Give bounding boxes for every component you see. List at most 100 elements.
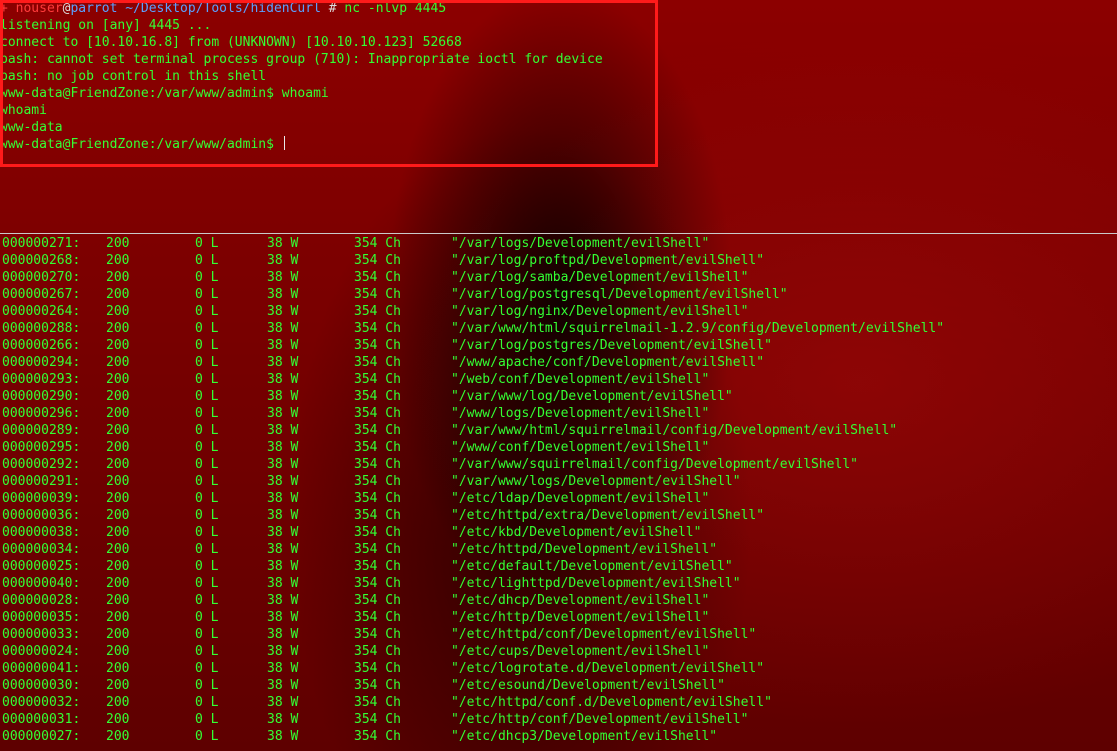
- line-count: 0 L: [195, 695, 219, 710]
- word-count: 38 W: [267, 712, 299, 727]
- word-count: 38 W: [267, 338, 299, 353]
- char-count: 354 Ch: [354, 355, 401, 370]
- word-count: 38 W: [267, 253, 299, 268]
- payload-path: "/www/apache/conf/Development/evilShell": [451, 355, 765, 370]
- line-count: 0 L: [195, 559, 219, 574]
- fuzz-result-row: 000000289: 200 0 L 38 W 354 Ch "/var/www/html…: [0, 422, 1117, 439]
- payload-path: "/etc/kbd/Development/evilShell": [451, 525, 702, 540]
- terminal-pane-bottom[interactable]: 000000271: 200 0 L 38 W 354 Ch "/var/logs/Dev…: [0, 235, 1117, 751]
- word-count: 38 W: [267, 576, 299, 591]
- char-count: 354 Ch: [354, 661, 401, 676]
- word-count: 38 W: [267, 389, 299, 404]
- line-count: 0 L: [195, 474, 219, 489]
- payload-path: "/etc/dhcp3/Development/evilShell": [451, 729, 718, 744]
- result-id: 000000294:: [2, 355, 81, 370]
- result-id: 000000033:: [2, 627, 81, 642]
- payload-path: "/var/log/samba/Development/evilShell": [451, 270, 749, 285]
- char-count: 354 Ch: [354, 525, 401, 540]
- result-id: 000000028:: [2, 593, 81, 608]
- word-count: 38 W: [267, 457, 299, 472]
- word-count: 38 W: [267, 236, 299, 251]
- result-id: 000000036:: [2, 508, 81, 523]
- result-id: 000000266:: [2, 338, 81, 353]
- status-code: 200: [106, 338, 130, 353]
- char-count: 354 Ch: [354, 593, 401, 608]
- line-count: 0 L: [195, 338, 219, 353]
- word-count: 38 W: [267, 610, 299, 625]
- fuzz-result-row: 000000033: 200 0 L 38 W 354 Ch "/etc/httpd/co…: [0, 626, 1117, 643]
- payload-path: "/etc/httpd/Development/evilShell": [451, 542, 718, 557]
- payload-path: "/etc/lighttpd/Development/evilShell": [451, 576, 741, 591]
- result-id: 000000025:: [2, 559, 81, 574]
- payload-path: "/etc/ldap/Development/evilShell": [451, 491, 710, 506]
- line-count: 0 L: [195, 389, 219, 404]
- char-count: 354 Ch: [354, 610, 401, 625]
- payload-path: "/www/conf/Development/evilShell": [451, 440, 710, 455]
- status-code: 200: [106, 593, 130, 608]
- payload-path: "/var/www/log/Development/evilShell": [451, 389, 733, 404]
- status-code: 200: [106, 559, 130, 574]
- word-count: 38 W: [267, 729, 299, 744]
- fuzz-result-row: 000000035: 200 0 L 38 W 354 Ch "/etc/http/Dev…: [0, 609, 1117, 626]
- char-count: 354 Ch: [354, 287, 401, 302]
- fuzz-result-row: 000000032: 200 0 L 38 W 354 Ch "/etc/httpd/co…: [0, 694, 1117, 711]
- word-count: 38 W: [267, 304, 299, 319]
- word-count: 38 W: [267, 287, 299, 302]
- line-count: 0 L: [195, 253, 219, 268]
- line-count: 0 L: [195, 712, 219, 727]
- status-code: 200: [106, 253, 130, 268]
- line-count: 0 L: [195, 423, 219, 438]
- word-count: 38 W: [267, 270, 299, 285]
- char-count: 354 Ch: [354, 712, 401, 727]
- char-count: 354 Ch: [354, 389, 401, 404]
- fuzz-result-row: 000000293: 200 0 L 38 W 354 Ch "/web/conf/Dev…: [0, 371, 1117, 388]
- status-code: 200: [106, 304, 130, 319]
- result-id: 000000024:: [2, 644, 81, 659]
- line-count: 0 L: [195, 491, 219, 506]
- result-id: 000000035:: [2, 610, 81, 625]
- line-count: 0 L: [195, 304, 219, 319]
- pane-divider[interactable]: [0, 233, 1117, 234]
- fuzz-result-row: 000000031: 200 0 L 38 W 354 Ch "/etc/http/con…: [0, 711, 1117, 728]
- result-id: 000000030:: [2, 678, 81, 693]
- line-count: 0 L: [195, 627, 219, 642]
- result-id: 000000288:: [2, 321, 81, 336]
- status-code: 200: [106, 610, 130, 625]
- result-id: 000000027:: [2, 729, 81, 744]
- fuzz-result-row: 000000025: 200 0 L 38 W 354 Ch "/etc/default/…: [0, 558, 1117, 575]
- result-id: 000000039:: [2, 491, 81, 506]
- line-count: 0 L: [195, 236, 219, 251]
- status-code: 200: [106, 627, 130, 642]
- line-count: 0 L: [195, 321, 219, 336]
- line-count: 0 L: [195, 372, 219, 387]
- word-count: 38 W: [267, 644, 299, 659]
- line-count: 0 L: [195, 576, 219, 591]
- fuzz-result-row: 000000039: 200 0 L 38 W 354 Ch "/etc/ldap/Dev…: [0, 490, 1117, 507]
- status-code: 200: [106, 661, 130, 676]
- status-code: 200: [106, 372, 130, 387]
- payload-path: "/var/www/squirrelmail/config/Developmen…: [451, 457, 858, 472]
- status-code: 200: [106, 474, 130, 489]
- line-count: 0 L: [195, 355, 219, 370]
- char-count: 354 Ch: [354, 457, 401, 472]
- payload-path: "/etc/esound/Development/evilShell": [451, 678, 725, 693]
- word-count: 38 W: [267, 491, 299, 506]
- status-code: 200: [106, 525, 130, 540]
- char-count: 354 Ch: [354, 474, 401, 489]
- payload-path: "/var/log/proftpd/Development/evilShell": [451, 253, 765, 268]
- fuzz-result-row: 000000041: 200 0 L 38 W 354 Ch "/etc/logrotat…: [0, 660, 1117, 677]
- word-count: 38 W: [267, 695, 299, 710]
- fuzz-result-row: 000000028: 200 0 L 38 W 354 Ch "/etc/dhcp/Dev…: [0, 592, 1117, 609]
- fuzz-result-row: 000000291: 200 0 L 38 W 354 Ch "/var/www/logs…: [0, 473, 1117, 490]
- status-code: 200: [106, 491, 130, 506]
- char-count: 354 Ch: [354, 321, 401, 336]
- fuzz-result-row: 000000036: 200 0 L 38 W 354 Ch "/etc/httpd/ex…: [0, 507, 1117, 524]
- payload-path: "/etc/dhcp/Development/evilShell": [451, 593, 710, 608]
- result-id: 000000291:: [2, 474, 81, 489]
- char-count: 354 Ch: [354, 576, 401, 591]
- status-code: 200: [106, 457, 130, 472]
- char-count: 354 Ch: [354, 236, 401, 251]
- fuzz-result-row: 000000264: 200 0 L 38 W 354 Ch "/var/log/ngin…: [0, 303, 1117, 320]
- fuzz-result-row: 000000027: 200 0 L 38 W 354 Ch "/etc/dhcp3/De…: [0, 728, 1117, 745]
- payload-path: "/var/log/postgres/Development/evilShell…: [451, 338, 772, 353]
